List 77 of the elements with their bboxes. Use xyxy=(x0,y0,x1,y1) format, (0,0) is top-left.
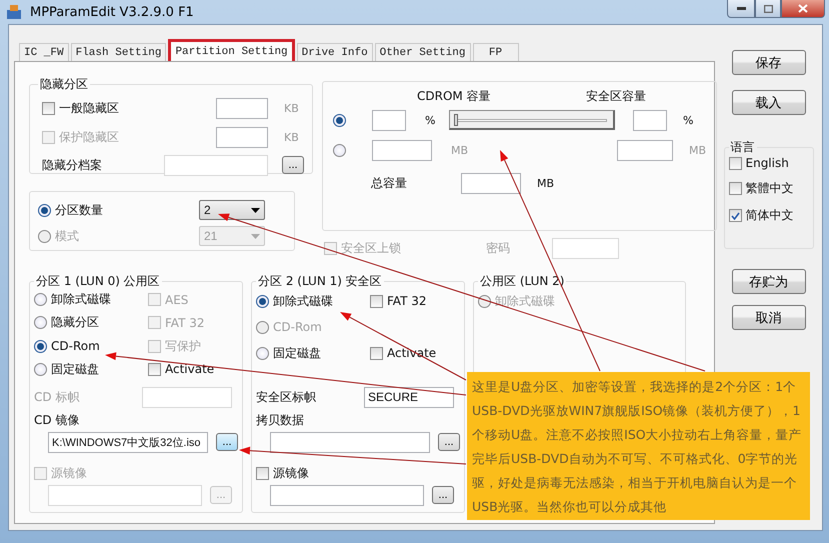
text-field[interactable] xyxy=(48,484,202,506)
tab[interactable]: FP xyxy=(472,43,518,61)
radio-option[interactable]: CD-Rom xyxy=(34,339,142,354)
field-label: 安全区标帜 xyxy=(256,388,317,406)
tab[interactable]: Flash Setting xyxy=(70,43,166,61)
field-label: 总容量 xyxy=(371,174,408,192)
browse-button[interactable]: ... xyxy=(282,156,304,174)
browse-button[interactable]: ... xyxy=(216,433,238,451)
unit-label: % xyxy=(683,114,694,126)
checkbox[interactable]: 一般隐藏区 xyxy=(42,100,210,116)
caret-icon xyxy=(251,208,260,212)
field-label: 隐藏分档案 xyxy=(42,156,103,174)
caret-icon xyxy=(251,234,260,238)
text-field[interactable] xyxy=(216,98,268,118)
unit-label: % xyxy=(425,114,436,126)
minimize-icon xyxy=(736,7,746,10)
field-label: CDROM 容量 xyxy=(417,88,492,104)
field-label: CD 标帜 xyxy=(34,389,80,406)
text-field[interactable] xyxy=(633,110,667,130)
text-field[interactable] xyxy=(216,126,268,148)
text-field[interactable] xyxy=(372,110,406,130)
radio-button[interactable] xyxy=(333,114,346,126)
cancel-button[interactable]: 取消 xyxy=(732,305,806,330)
check-icon xyxy=(730,212,740,220)
load-button[interactable]: 载入 xyxy=(732,90,806,115)
radio-option[interactable]: 分区数量 xyxy=(38,202,193,218)
unit-label: MB xyxy=(451,144,470,156)
close-icon xyxy=(798,4,808,13)
annotation-note: 这里是U盘分区、加密等设置，我选择的是2个分区：1个USB-DVD光驱放WIN7旗舰版ISO镜像（装机方便了），1个移动U盘。注意不必按照ISO大小拉动右上角容量，量产完毕后USB-DVD自动为不可写、不可格式化、0字节的光驱，好处是病毒无法感染，相当于开机电脑自认为是一个USB光驱。当然你也可以分成其他 xyxy=(467,372,810,520)
window-title: MPParamEdit V3.2.9.0 F1 xyxy=(30,4,194,20)
radio-option[interactable]: 卸除式磁碟 xyxy=(34,291,142,308)
radio-button[interactable] xyxy=(333,144,346,156)
unit-label: KB xyxy=(284,102,299,114)
radio-option[interactable]: 固定磁盘 xyxy=(256,344,364,362)
browse-button[interactable]: ... xyxy=(432,486,454,504)
text-field[interactable] xyxy=(270,432,430,452)
checkbox[interactable]: 源镜像 xyxy=(256,465,460,482)
radio-option[interactable]: 固定磁盘 xyxy=(34,360,142,378)
text-field[interactable] xyxy=(617,140,673,160)
app-icon xyxy=(6,4,22,20)
checkbox[interactable]: English xyxy=(728,156,808,170)
text-field[interactable] xyxy=(270,484,424,506)
checkbox[interactable]: Activate xyxy=(148,362,214,376)
group-title: 语言 xyxy=(730,139,756,156)
radio-option[interactable]: 卸除式磁碟 xyxy=(256,292,364,310)
maximize-icon xyxy=(764,4,772,12)
checkbox[interactable]: 简体中文 xyxy=(728,207,808,224)
text-field[interactable] xyxy=(461,172,521,194)
unit-label: KB xyxy=(284,130,299,144)
field-label: 安全区容量 xyxy=(586,88,646,104)
minimize-button[interactable] xyxy=(727,0,755,18)
group-title: 分区 2 (LUN 1) 安全区 xyxy=(257,273,383,290)
tab[interactable]: Partition Setting xyxy=(168,39,295,61)
field-label: 拷贝数据 xyxy=(256,412,305,429)
group-title: 隐藏分区 xyxy=(39,76,89,93)
radio-option[interactable]: 隐藏分区 xyxy=(34,314,142,332)
tab[interactable]: IC _FW xyxy=(19,43,69,61)
close-button[interactable] xyxy=(781,0,825,18)
checkbox[interactable]: FAT 32 xyxy=(370,294,426,308)
checkbox[interactable]: 繁體中文 xyxy=(728,180,808,197)
unit-label: MB xyxy=(689,144,706,156)
browse-button[interactable]: ... xyxy=(438,433,460,451)
slider-thumb[interactable] xyxy=(454,114,458,126)
text-field[interactable] xyxy=(372,140,432,160)
save-button[interactable]: 保存 xyxy=(732,50,806,75)
text-field[interactable]: K:\WINDOWS7中文版32位.iso xyxy=(48,432,208,452)
tab[interactable]: Drive Info xyxy=(296,43,373,61)
maximize-button[interactable] xyxy=(755,0,781,18)
group-title: 分区 1 (LUN 0) 公用区 xyxy=(35,273,161,290)
unit-label: MB xyxy=(537,176,554,190)
field-label: CD 镜像 xyxy=(34,412,80,429)
text-field[interactable] xyxy=(164,154,268,176)
save-as-button[interactable]: 存贮为 xyxy=(732,269,806,294)
partition-count-dropdown[interactable]: 2 xyxy=(199,200,265,220)
tab[interactable]: Other Setting xyxy=(374,43,470,61)
text-field[interactable]: SECURE xyxy=(364,386,454,408)
field-label: 密码 xyxy=(486,240,511,256)
